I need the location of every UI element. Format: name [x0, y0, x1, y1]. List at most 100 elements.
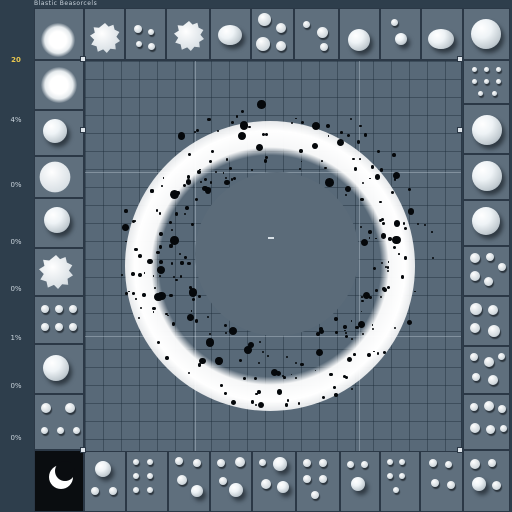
speck [256, 143, 264, 151]
dot-icon [470, 423, 480, 433]
dot-icon [276, 23, 286, 33]
preset-dots-right-2[interactable] [463, 246, 510, 296]
dot-icon [177, 475, 187, 485]
preset-bottom-6[interactable] [296, 450, 340, 512]
dot-icon [429, 459, 437, 467]
dot-icon [470, 459, 480, 469]
preset-sphere-right-1[interactable] [463, 104, 510, 154]
preset-bottom-8[interactable] [380, 450, 420, 512]
dot-icon [261, 479, 271, 489]
speck [254, 403, 257, 406]
sphere-icon [472, 477, 486, 491]
speck [257, 362, 260, 364]
preset-bottom-10[interactable] [463, 450, 510, 512]
resize-handle[interactable] [80, 56, 86, 62]
speck [277, 389, 283, 395]
dot-icon [136, 41, 142, 47]
dot-icon [393, 487, 399, 493]
row-label-8: 0% [10, 434, 22, 442]
speck [300, 120, 305, 125]
preset-fuzzy-ball-left[interactable] [34, 60, 84, 110]
preset-sphere-b[interactable] [339, 8, 380, 60]
preset-dots-a[interactable] [125, 8, 166, 60]
speck [358, 157, 361, 160]
speck [169, 244, 173, 248]
resize-handle[interactable] [80, 447, 86, 453]
dot-icon [488, 459, 496, 467]
preset-dots-left-2[interactable] [34, 394, 84, 450]
preset-dots-b[interactable] [251, 8, 294, 60]
preset-dots-left-1[interactable] [34, 296, 84, 344]
resize-handle[interactable] [457, 447, 463, 453]
preset-sphere-c[interactable] [421, 8, 463, 60]
speck [124, 209, 128, 213]
speck [347, 134, 351, 138]
dot-icon [148, 43, 155, 50]
dot-icon [496, 79, 501, 84]
speck [387, 237, 392, 242]
speck [392, 235, 401, 245]
preset-splat-ball[interactable] [84, 8, 125, 60]
speck [343, 324, 347, 329]
speck [131, 271, 135, 276]
speck [350, 117, 353, 120]
preset-bottom-4[interactable] [210, 450, 252, 512]
main-canvas[interactable] [84, 60, 462, 452]
dot-icon [311, 491, 319, 499]
preset-bottom-2[interactable] [126, 450, 168, 512]
preset-sphere-left-3[interactable] [34, 198, 84, 248]
sphere-icon [218, 25, 242, 45]
speck [320, 159, 323, 162]
speck [381, 286, 386, 291]
preset-dots-right-1[interactable] [463, 60, 510, 104]
dot-icon [391, 19, 398, 26]
preset-sphere-a[interactable] [210, 8, 251, 60]
preset-bottom-7[interactable] [340, 450, 380, 512]
dot-icon [447, 481, 455, 489]
speck [266, 355, 269, 357]
speck [141, 293, 146, 298]
preset-sphere-right-2[interactable] [463, 154, 510, 200]
dot-icon [219, 477, 227, 485]
preset-dots-right-5[interactable] [463, 394, 510, 450]
speck [300, 362, 304, 367]
speck [386, 269, 389, 273]
preset-sphere-left-1[interactable] [34, 110, 84, 156]
preset-bottom-3[interactable] [168, 450, 210, 512]
preset-fuzzy-ball[interactable] [34, 8, 84, 60]
preset-splat-ball-2[interactable] [166, 8, 210, 60]
dot-icon [109, 487, 117, 495]
preset-splat-left[interactable] [34, 248, 84, 296]
preset-bottom-1[interactable] [84, 450, 126, 512]
sphere-icon [191, 485, 203, 497]
preset-crescent[interactable] [34, 450, 84, 512]
preset-dots-right-3[interactable] [463, 296, 510, 346]
dot-icon [484, 401, 494, 411]
resize-handle[interactable] [457, 127, 463, 133]
speck [402, 222, 406, 225]
dot-icon [488, 325, 500, 337]
dot-icon [387, 459, 393, 465]
preset-dots-c[interactable] [294, 8, 339, 60]
center-disc[interactable] [195, 172, 359, 336]
fuzzy-ball-icon [41, 23, 75, 57]
speck [376, 149, 381, 154]
dot-icon [147, 459, 153, 465]
resize-handle[interactable] [457, 56, 463, 62]
preset-sphere-d[interactable] [463, 8, 510, 60]
preset-dots-d[interactable] [380, 8, 421, 60]
speck [360, 197, 364, 202]
preset-bottom-9[interactable] [420, 450, 463, 512]
sphere-icon [348, 29, 370, 51]
resize-handle[interactable] [80, 127, 86, 133]
dot-icon [147, 487, 153, 493]
speck [286, 355, 289, 358]
preset-sphere-left-2[interactable] [34, 156, 84, 198]
sphere-icon [39, 161, 71, 193]
preset-sphere-left-4[interactable] [34, 344, 84, 394]
dot-icon [488, 305, 498, 315]
preset-bottom-5[interactable] [252, 450, 296, 512]
preset-sphere-right-3[interactable] [463, 200, 510, 246]
speck [332, 386, 336, 389]
preset-dots-right-4[interactable] [463, 346, 510, 394]
